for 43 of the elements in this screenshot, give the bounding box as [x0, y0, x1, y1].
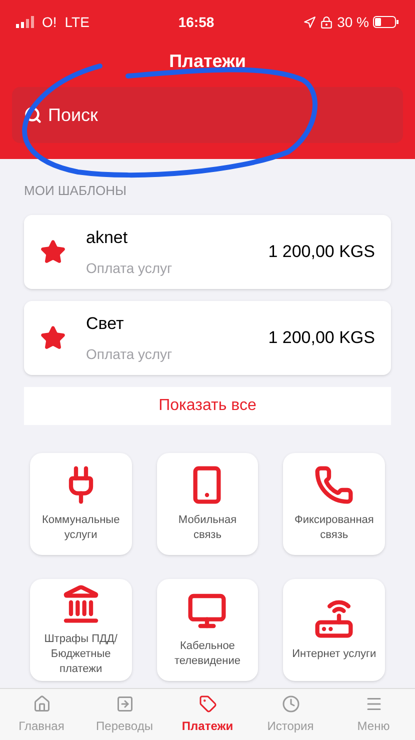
- category-label: Кабельное телевидение: [173, 639, 242, 669]
- template-amount: 1 200,00 KGS: [268, 327, 375, 350]
- category-tile[interactable]: Мобильная связь: [156, 453, 258, 555]
- show-all-button[interactable]: Показать все: [24, 387, 391, 425]
- transfer-icon: [116, 694, 134, 712]
- search-field[interactable]: Поиск: [12, 87, 403, 143]
- template-card[interactable]: aknet Оплата услуг 1 200,00 KGS: [24, 215, 391, 289]
- router-icon: [314, 598, 354, 638]
- category-tile[interactable]: Штрафы ПДД/ Бюджетные платежи: [30, 579, 132, 681]
- category-tile[interactable]: Коммунальные услуги: [30, 453, 132, 555]
- template-category: Оплата услуг: [86, 345, 174, 364]
- category-label: Коммунальные услуги: [40, 513, 121, 543]
- category-label: Штрафы ПДД/ Бюджетные платежи: [43, 632, 118, 676]
- location-icon: [303, 16, 316, 28]
- home-icon: [32, 694, 50, 712]
- signal-icon: [16, 16, 34, 28]
- category-tile[interactable]: Фиксированная связь: [283, 453, 385, 555]
- star-icon: [40, 239, 66, 265]
- category-label: Мобильная связь: [177, 513, 238, 543]
- template-name: Свет: [86, 312, 125, 335]
- star-icon: [40, 325, 66, 351]
- template-amount: 1 200,00 KGS: [268, 241, 375, 264]
- tab-item[interactable]: Платежи: [166, 689, 249, 740]
- search-icon: [24, 106, 42, 124]
- network-type: LTE: [64, 12, 90, 32]
- template-name: aknet: [86, 226, 129, 249]
- category-tile[interactable]: Интернет услуги: [283, 579, 385, 681]
- template-category: Оплата услуг: [86, 259, 174, 278]
- tag-icon: [198, 694, 216, 712]
- category-label: Интернет услуги: [292, 646, 376, 662]
- category-tile[interactable]: Кабельное телевидение: [156, 579, 258, 681]
- clock-time: 16:58: [178, 12, 214, 32]
- page-title: Платежи: [169, 50, 246, 73]
- clock-icon: [282, 694, 300, 712]
- template-card[interactable]: Свет Оплата услуг 1 200,00 KGS: [24, 301, 391, 375]
- category-label: Фиксированная связь: [293, 513, 375, 543]
- monitor-icon: [187, 591, 228, 631]
- section-heading: МОИ ШАБЛОНЫ: [24, 183, 127, 198]
- carrier-name: O!: [42, 12, 57, 32]
- battery-icon: [373, 16, 399, 28]
- battery-percent: 30 %: [337, 12, 369, 32]
- phone-icon: [314, 465, 354, 505]
- rotation-lock-icon: [320, 16, 334, 28]
